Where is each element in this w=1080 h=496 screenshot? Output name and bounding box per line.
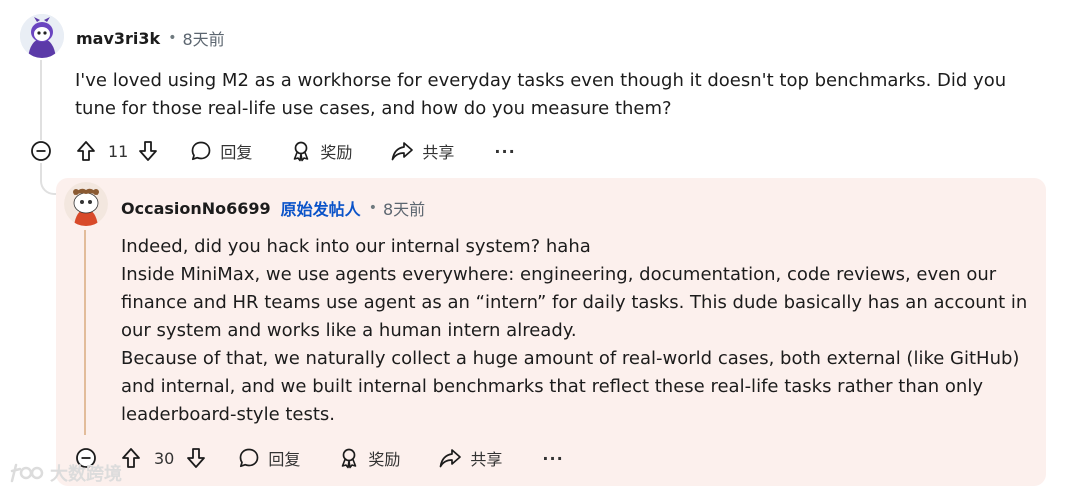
upvote-button[interactable] [121, 447, 141, 469]
share-arrow-icon [392, 142, 414, 161]
username[interactable]: mav3ri3k [76, 29, 160, 48]
collapse-button[interactable] [31, 141, 51, 161]
comment-line: tune for those real-life use cases, and … [75, 98, 672, 119]
share-button[interactable]: 共享 [390, 139, 454, 163]
reply-button[interactable]: 回复 [238, 446, 300, 470]
minus-circle-icon [31, 141, 51, 161]
reply-line: Because of that, we naturally collect a … [121, 348, 1020, 369]
share-button[interactable]: 共享 [438, 446, 502, 470]
reply-actions: 30 回复 奖励 共享 ··· [121, 446, 564, 470]
reply-line: our system and works like a human intern… [121, 320, 577, 341]
separator: • [168, 30, 177, 46]
more-label: ··· [494, 141, 516, 161]
reply-label: 回复 [268, 450, 301, 469]
more-label: ··· [542, 448, 564, 468]
arrow-down-icon [187, 448, 206, 468]
comment-meta: mav3ri3k • 8天前 [76, 26, 225, 50]
reply-line: Inside MiniMax, we use agents everywhere… [121, 264, 997, 285]
op-badge: 原始发帖人 [280, 200, 361, 219]
thread-line [40, 60, 42, 140]
reply-line: finance and HR teams use agent as an “in… [121, 292, 1028, 313]
reply-username[interactable]: OccasionNo6699 [121, 199, 271, 218]
comment-actions: 11 回复 奖励 共享 ··· [76, 139, 516, 163]
vote-count: 30 [154, 448, 175, 468]
reply-line: leaderboard-style tests. [121, 404, 336, 425]
avatar-image [64, 182, 108, 226]
reply-meta: OccasionNo6699 原始发帖人 • 8天前 [121, 196, 425, 220]
reply-line: and internal, and we built internal benc… [121, 376, 983, 397]
downvote-button[interactable] [138, 140, 158, 162]
downvote-button[interactable] [186, 447, 206, 469]
avatar-image [20, 14, 64, 58]
share-label: 共享 [470, 450, 503, 469]
speech-bubble-icon [240, 448, 259, 468]
reply-timestamp[interactable]: 8天前 [383, 196, 425, 220]
watermark-text: 大数跨境 [50, 464, 122, 485]
arrow-up-icon [122, 448, 140, 468]
more-options-button[interactable]: ··· [494, 142, 515, 161]
avatar[interactable] [20, 14, 64, 58]
separator: • [368, 200, 377, 216]
arrow-up-icon [77, 141, 95, 161]
reply-body: Indeed, did you hack into our internal s… [121, 233, 1027, 429]
watermark-logo-icon [10, 463, 44, 483]
watermark: 大数跨境 [8, 460, 122, 486]
reply-line: Indeed, did you hack into our internal s… [121, 236, 591, 257]
upvote-button[interactable] [76, 140, 96, 162]
more-options-button[interactable]: ··· [542, 449, 563, 468]
timestamp[interactable]: 8天前 [182, 26, 224, 50]
award-button[interactable]: 奖励 [290, 139, 352, 163]
award-label: 奖励 [320, 143, 353, 162]
share-label: 共享 [422, 143, 455, 162]
vote-count: 11 [108, 141, 129, 161]
reply-button[interactable]: 回复 [190, 139, 252, 163]
arrow-down-icon [139, 141, 158, 161]
award-icon [294, 141, 309, 162]
reply-thread-line [84, 230, 86, 435]
comment-line: I've loved using M2 as a workhorse for e… [75, 70, 1007, 91]
speech-bubble-icon [192, 141, 211, 161]
reply-label: 回复 [220, 143, 253, 162]
award-label: 奖励 [368, 450, 401, 469]
comment-body: I've loved using M2 as a workhorse for e… [75, 67, 1006, 123]
reply-avatar[interactable] [64, 182, 108, 226]
share-arrow-icon [440, 449, 462, 468]
award-button[interactable]: 奖励 [338, 446, 400, 470]
award-icon [342, 448, 357, 469]
